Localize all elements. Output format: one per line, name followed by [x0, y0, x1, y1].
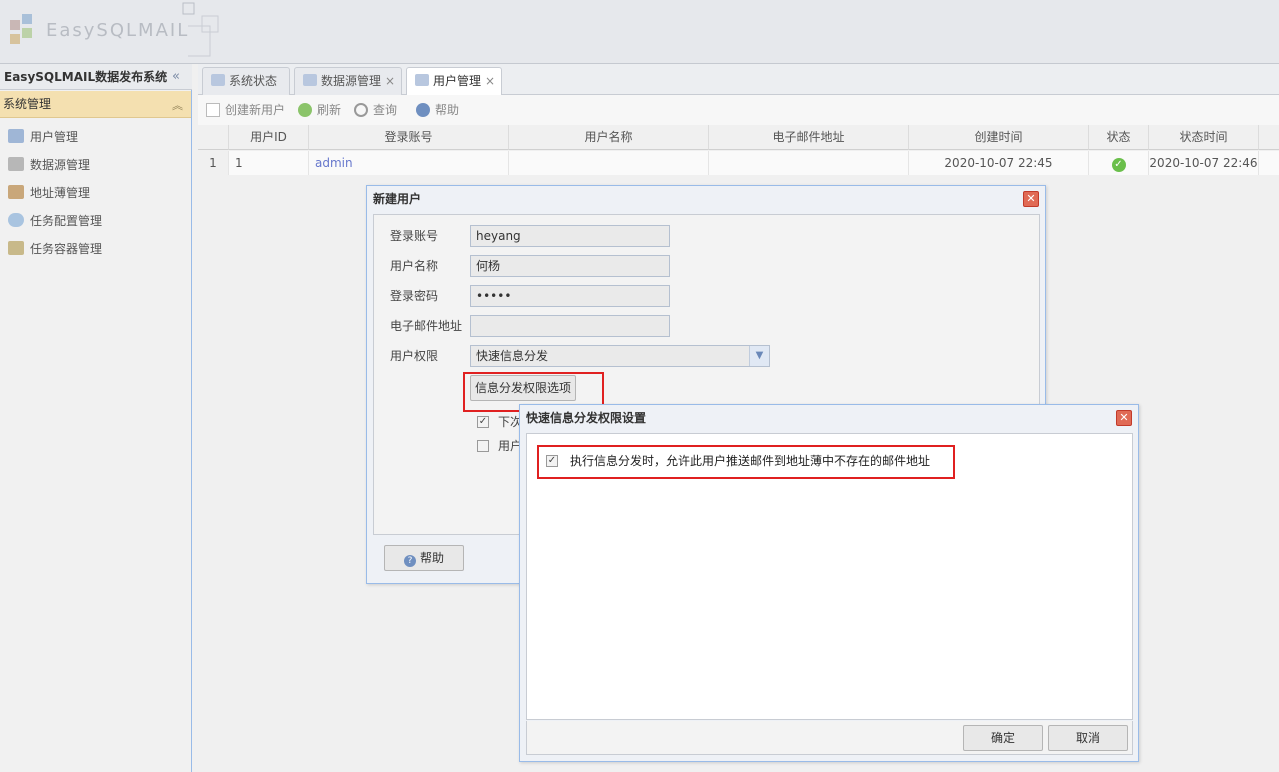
cell-actions: 停用 删除: [1259, 151, 1279, 175]
sidebar-section-header[interactable]: 系统管理: [0, 91, 191, 118]
button-label: 查询: [373, 103, 398, 117]
sidebar-item-label: 任务容器管理: [30, 242, 103, 256]
sidebar-item-label: 地址薄管理: [30, 186, 91, 200]
help-icon: [416, 103, 430, 117]
permission-options-button[interactable]: 信息分发权限选项: [470, 375, 576, 401]
permission-dialog: 快速信息分发权限设置 ✕ ✓ 执行信息分发时，允许此用户推送邮件到地址薄中不存在…: [519, 404, 1139, 762]
sidebar-item-datasource[interactable]: 数据源管理: [8, 153, 188, 177]
button-label: 帮助: [435, 103, 460, 117]
table-header[interactable]: 创建时间: [909, 125, 1089, 150]
users-icon: [8, 129, 24, 143]
password-label: 登录密码: [390, 289, 439, 303]
query-button[interactable]: 查询: [354, 95, 397, 125]
name-label: 用户名称: [390, 259, 439, 273]
database-icon: [8, 157, 24, 171]
app-logo-text: EasySQLMAIL: [46, 20, 190, 41]
app-logo-icon: [10, 14, 32, 44]
close-icon[interactable]: ✕: [1116, 410, 1132, 426]
dialog-footer: 确定 取消: [526, 721, 1133, 755]
cancel-button[interactable]: 取消: [1048, 725, 1128, 751]
table-header[interactable]: 用户名称: [509, 125, 709, 150]
container-icon: [8, 241, 24, 255]
dialog-title: 快速信息分发权限设置: [526, 411, 647, 425]
close-icon[interactable]: ✕: [1023, 191, 1039, 207]
create-user-button[interactable]: 创建新用户: [206, 95, 285, 125]
refresh-button[interactable]: 刷新: [298, 95, 341, 125]
sidebar-item-users[interactable]: 用户管理: [8, 125, 188, 149]
sidebar-title: EasySQLMAIL数据发布系统: [0, 64, 192, 90]
checkbox-next-login[interactable]: ✓: [477, 416, 489, 428]
allow-unlisted-label: 执行信息分发时，允许此用户推送邮件到地址薄中不存在的邮件地址: [570, 454, 931, 468]
account-input[interactable]: heyang: [470, 225, 670, 247]
cell-status-time: 2020-10-07 22:46: [1149, 151, 1259, 175]
allow-unlisted-checkbox[interactable]: ✓: [546, 455, 558, 467]
toolbar: 创建新用户 刷新 查询 帮助: [198, 95, 1279, 125]
chevron-up-icon[interactable]: ︽: [172, 97, 183, 113]
ok-button[interactable]: 确定: [963, 725, 1043, 751]
diamond-icon: [211, 74, 225, 86]
account-label: 登录账号: [390, 229, 439, 243]
table-header[interactable]: 登录账号: [309, 125, 509, 150]
dialog-title: 新建用户: [373, 192, 422, 206]
button-label: 刷新: [317, 103, 342, 117]
close-icon[interactable]: ×: [385, 74, 395, 88]
tab-users[interactable]: 用户管理 ×: [406, 67, 502, 96]
table-header[interactable]: 操作: [1259, 125, 1279, 150]
cell-account[interactable]: admin: [309, 151, 509, 175]
checkbox-user[interactable]: [477, 440, 489, 452]
cell-status: ✓: [1089, 151, 1149, 175]
logo-decoration-icon: [182, 2, 219, 57]
cell-name: [509, 151, 709, 175]
email-label: 电子邮件地址: [390, 319, 463, 333]
permission-value: 快速信息分发: [476, 349, 549, 363]
tab-label: 数据源管理: [321, 74, 382, 88]
table-header[interactable]: 状态时间: [1149, 125, 1259, 150]
users-icon: [415, 74, 429, 86]
button-label: 创建新用户: [225, 103, 286, 117]
tab-label: 用户管理: [433, 74, 482, 88]
database-icon: [303, 74, 317, 86]
close-icon[interactable]: ×: [485, 74, 495, 88]
permission-label: 用户权限: [390, 349, 439, 363]
row-index: 1: [198, 151, 229, 175]
button-label: 帮助: [419, 551, 444, 565]
app-header: EasySQLMAIL: [0, 0, 1279, 64]
help-button[interactable]: 帮助: [416, 95, 459, 125]
refresh-icon: [298, 103, 312, 117]
address-book-icon: [8, 185, 24, 199]
table-header[interactable]: 用户ID: [229, 125, 309, 150]
tab-datasource[interactable]: 数据源管理 ×: [294, 67, 402, 95]
tab-label: 系统状态: [229, 74, 278, 88]
search-icon: [354, 103, 368, 117]
permission-select[interactable]: 快速信息分发 ▼: [470, 345, 770, 367]
help-button[interactable]: ? 帮助: [384, 545, 464, 571]
table-header[interactable]: 状态: [1089, 125, 1149, 150]
password-input[interactable]: •••••: [470, 285, 670, 307]
cell-created: 2020-10-07 22:45: [909, 151, 1089, 175]
chevron-down-icon[interactable]: ▼: [749, 346, 769, 366]
new-document-icon: [206, 103, 220, 117]
sidebar: EasySQLMAIL数据发布系统 « 系统管理 ︽ 用户管理 数据源管理 地址…: [0, 64, 192, 772]
dialog-body: ✓ 执行信息分发时，允许此用户推送邮件到地址薄中不存在的邮件地址: [526, 433, 1133, 720]
help-icon: ?: [403, 555, 416, 567]
tab-bar: 系统状态 数据源管理 × 用户管理 ×: [198, 64, 1279, 96]
sidebar-item-addressbook[interactable]: 地址薄管理: [8, 181, 188, 205]
email-input[interactable]: [470, 315, 670, 337]
table-header-index: [198, 125, 229, 150]
sidebar-item-task-container[interactable]: 任务容器管理: [8, 237, 188, 261]
sidebar-item-task-config[interactable]: 任务配置管理: [8, 209, 188, 233]
cell-email: [709, 151, 909, 175]
tab-system-status[interactable]: 系统状态: [202, 67, 290, 95]
sidebar-item-label: 用户管理: [30, 130, 79, 144]
collapse-left-icon[interactable]: «: [172, 64, 188, 90]
table-header[interactable]: 电子邮件地址: [709, 125, 909, 150]
cell-user-id: 1: [229, 151, 309, 175]
name-input[interactable]: 何杨: [470, 255, 670, 277]
status-ok-icon: ✓: [1111, 158, 1126, 172]
gear-icon: [8, 213, 24, 227]
sidebar-item-label: 任务配置管理: [30, 214, 103, 228]
sidebar-item-label: 数据源管理: [30, 158, 91, 172]
